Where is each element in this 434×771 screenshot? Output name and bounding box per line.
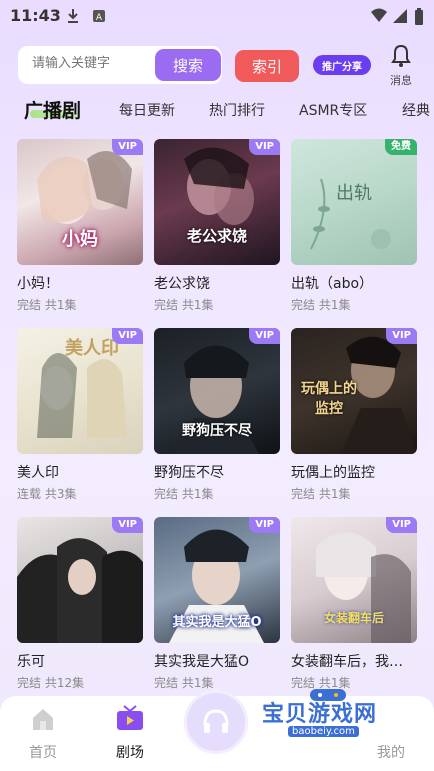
drama-meta: 完结 共1集	[154, 487, 214, 501]
tab-radio-drama[interactable]: 广播剧	[24, 96, 81, 123]
nav-home[interactable]: 首页	[8, 696, 78, 771]
drama-meta: 连载 共3集	[17, 487, 77, 501]
cover-title-text: 野狗压不尽	[182, 423, 252, 439]
drama-title[interactable]: 玩偶上的监控	[291, 462, 417, 482]
free-badge: 免费	[385, 139, 417, 155]
message-label: 消息	[390, 74, 412, 87]
drama-cover[interactable]: 其实我是大猛O VIP	[154, 517, 280, 643]
nav-theater[interactable]: 剧场	[95, 696, 165, 771]
tab-hot-ranking[interactable]: 热门排行	[209, 100, 265, 120]
cover-title-text: 其实我是大猛O	[172, 615, 262, 630]
drama-title[interactable]: 其实我是大猛O	[154, 651, 280, 671]
drama-cover[interactable]: 美人印 VIP	[17, 328, 143, 454]
drama-cover[interactable]: 玩偶上的监控 VIP	[291, 328, 417, 454]
bell-icon	[391, 44, 411, 72]
drama-card[interactable]: 其实我是大猛O VIP 其实我是大猛O 完结 共1集	[154, 517, 280, 697]
tv-icon	[115, 704, 145, 736]
drama-meta: 完结 共1集	[291, 487, 351, 501]
drama-title[interactable]: 小妈！	[17, 273, 143, 293]
vip-badge: VIP	[249, 328, 280, 344]
drama-card[interactable]: 女装翻车后 VIP 女装翻车后，我… 完结 共1集	[291, 517, 417, 697]
drama-cover[interactable]: 小妈 VIP	[17, 139, 143, 265]
drama-meta: 完结 共12集	[17, 676, 85, 690]
drama-title[interactable]: 野狗压不尽	[154, 462, 280, 482]
cover-title-text: 出轨	[336, 183, 372, 204]
tab-asmr[interactable]: ASMR专区	[299, 100, 367, 120]
drama-meta: 完结 共1集	[17, 298, 77, 312]
vip-badge: VIP	[386, 517, 417, 533]
drama-cover[interactable]: 野狗压不尽 VIP	[154, 328, 280, 454]
download-icon	[66, 8, 80, 28]
promo-share-button[interactable]: 推广分享	[313, 55, 371, 75]
drama-cover[interactable]: 女装翻车后 VIP	[291, 517, 417, 643]
nav-home-label: 首页	[29, 745, 57, 761]
home-icon	[30, 706, 56, 736]
drama-meta: 完结 共1集	[154, 676, 214, 690]
drama-card[interactable]: 玩偶上的监控 VIP 玩偶上的监控 完结 共1集	[291, 328, 417, 508]
drama-card[interactable]: 出轨 免费 出轨（abo） 完结 共1集	[291, 139, 417, 319]
tab-classic[interactable]: 经典	[402, 100, 430, 120]
cover-illustration	[17, 538, 143, 643]
drama-cover[interactable]: 老公求饶 VIP	[154, 139, 280, 265]
cover-title-text: 小妈	[62, 229, 98, 250]
vip-badge: VIP	[249, 517, 280, 533]
vip-badge: VIP	[386, 328, 417, 344]
message-button[interactable]: 消息	[384, 44, 418, 88]
cover-title-text: 玩偶上的监控	[301, 381, 357, 417]
svg-text:A: A	[96, 13, 103, 23]
drama-title[interactable]: 乐可	[17, 651, 143, 671]
nav-theater-label: 剧场	[116, 745, 144, 761]
drama-title[interactable]: 美人印	[17, 462, 143, 482]
drama-cover[interactable]: VIP	[17, 517, 143, 643]
vip-badge: VIP	[112, 328, 143, 344]
cover-illustration	[184, 147, 254, 225]
watermark: 宝贝游戏网 baobeiy.com	[262, 686, 412, 746]
drama-card[interactable]: 老公求饶 VIP 老公求饶 完结 共1集	[154, 139, 280, 319]
watermark-text: 宝贝游戏网	[262, 702, 378, 727]
drama-title[interactable]: 女装翻车后，我…	[291, 651, 417, 671]
drama-card[interactable]: 小妈 VIP 小妈！ 完结 共1集	[17, 139, 143, 319]
player-button[interactable]	[184, 690, 248, 754]
cover-title-text: 女装翻车后	[323, 611, 384, 625]
battery-icon	[414, 8, 424, 30]
drama-card[interactable]: 野狗压不尽 VIP 野狗压不尽 完结 共1集	[154, 328, 280, 508]
vip-badge: VIP	[112, 517, 143, 533]
tab-daily-update[interactable]: 每日更新	[119, 100, 175, 120]
drama-title[interactable]: 出轨（abo）	[291, 273, 417, 293]
search-input[interactable]	[30, 55, 164, 72]
index-button[interactable]: 索引	[235, 50, 299, 82]
search-button[interactable]: 搜索	[155, 49, 221, 81]
drama-meta: 完结 共1集	[291, 298, 351, 312]
vip-badge: VIP	[249, 139, 280, 155]
headphones-icon	[201, 707, 231, 741]
drama-title[interactable]: 老公求饶	[154, 273, 280, 293]
cover-title-text: 老公求饶	[186, 227, 247, 245]
signal-icon	[392, 8, 408, 28]
app-notification-icon: A	[92, 8, 106, 27]
status-time: 11:43	[10, 6, 61, 25]
watermark-url: baobeiy.com	[288, 726, 359, 737]
wifi-icon	[370, 8, 388, 28]
drama-meta: 完结 共1集	[154, 298, 214, 312]
drama-card[interactable]: 美人印 VIP 美人印 连载 共3集	[17, 328, 143, 508]
drama-card[interactable]: VIP 乐可 完结 共12集	[17, 517, 143, 697]
status-bar: 11:43 A	[0, 0, 434, 32]
category-tabs: 广播剧 每日更新 热门排行 ASMR专区 经典	[0, 94, 434, 126]
drama-cover[interactable]: 出轨 免费	[291, 139, 417, 265]
vip-badge: VIP	[112, 139, 143, 155]
